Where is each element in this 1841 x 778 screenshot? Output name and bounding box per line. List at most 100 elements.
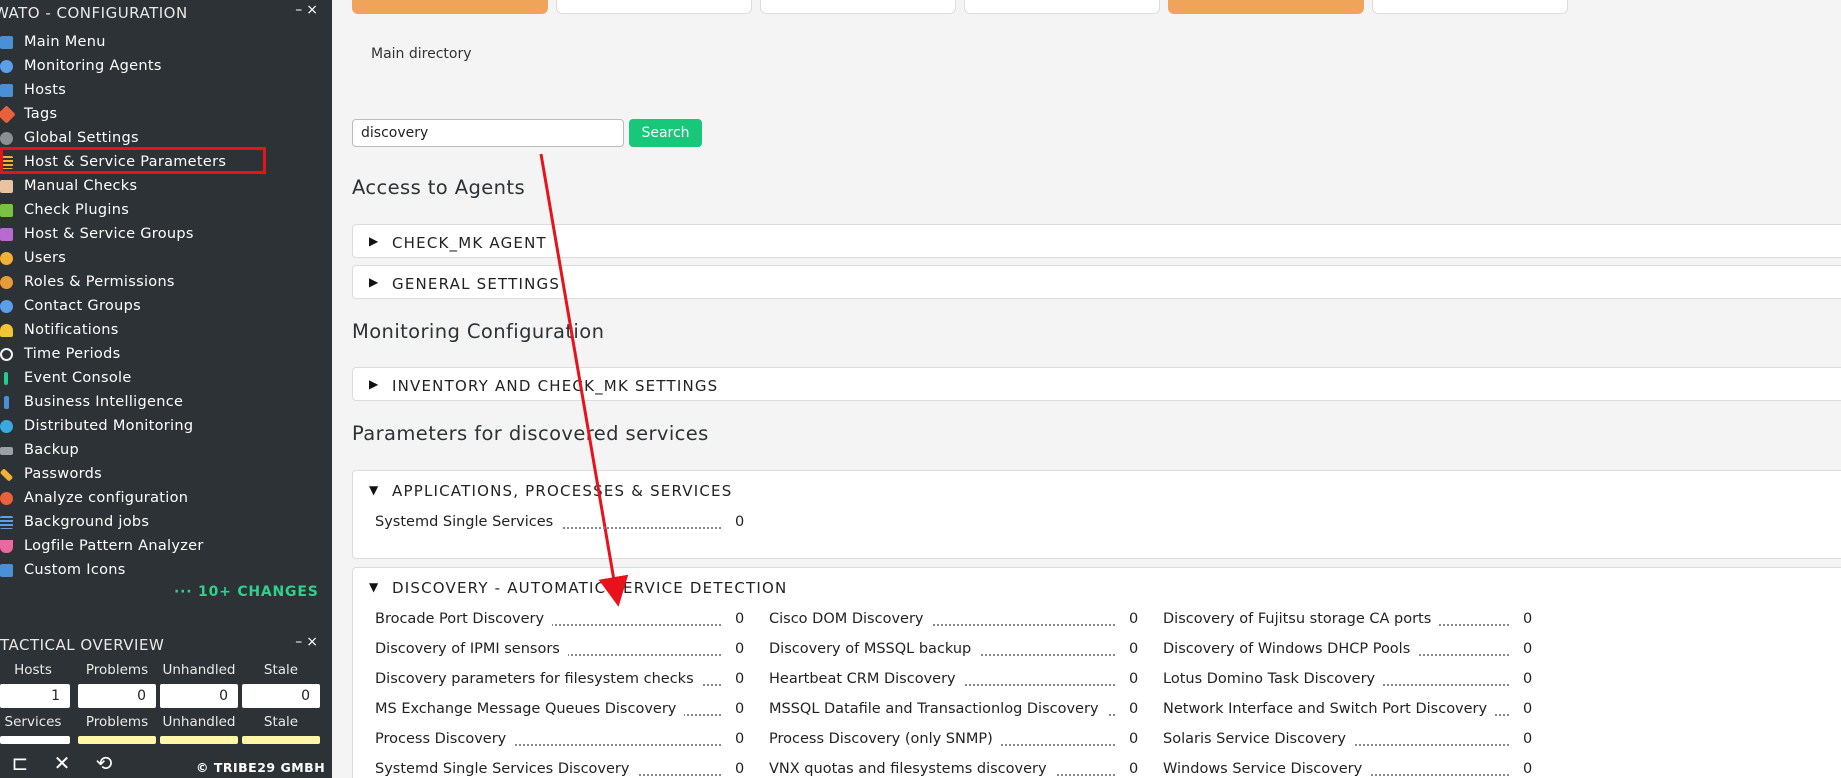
ruleset-count: 0	[1523, 671, 1533, 687]
tools-icon[interactable]: ✕	[50, 752, 74, 774]
ruleset-name[interactable]: Lotus Domino Task Discovery	[1163, 671, 1384, 687]
tactical-overview-label: TACTICAL OVERVIEW	[0, 636, 165, 654]
overview-services-problems[interactable]	[78, 736, 156, 744]
ruleset-link[interactable]: Discovery of Fujitsu storage CA ports 0	[1163, 611, 1543, 631]
ruleset-link[interactable]: Heartbeat CRM Discovery 0	[769, 671, 1149, 691]
overview-header-unhandled: Unhandled	[162, 662, 236, 678]
ruleset-link[interactable]: Discovery parameters for filesystem chec…	[375, 671, 755, 691]
ruleset-link[interactable]: Process Discovery (only SNMP) 0	[769, 731, 1149, 751]
ruleset-count: 0	[1523, 641, 1533, 657]
top-tab-3[interactable]	[760, 0, 956, 14]
overview-header-services: Services	[4, 714, 62, 730]
ruleset-name[interactable]: Discovery of IPMI sensors	[375, 641, 568, 657]
search-input[interactable]	[352, 119, 624, 147]
overview-hosts-stale[interactable]: 0	[242, 684, 320, 708]
ruleset-name[interactable]: Process Discovery (only SNMP)	[769, 731, 1001, 747]
ruleset-name[interactable]: Discovery of Windows DHCP Pools	[1163, 641, 1419, 657]
ruleset-link[interactable]: Brocade Port Discovery 0	[375, 611, 755, 631]
add-snapin-icon[interactable]: ⊏	[8, 752, 32, 774]
breadcrumb[interactable]: Main directory	[371, 46, 472, 62]
overview-services-unhandled[interactable]	[160, 736, 238, 744]
wato-configuration-snapin-title: WATO - CONFIGURATION –×	[0, 2, 332, 24]
ruleset-name[interactable]: VNX quotas and filesystems discovery	[769, 761, 1055, 777]
overview-header-services-problems: Problems	[85, 714, 149, 730]
section-title-access-to-agents: Access to Agents	[352, 176, 526, 199]
ruleset-count: 0	[1523, 611, 1533, 627]
ruleset-name[interactable]: Process Discovery	[375, 731, 515, 747]
gear-icon	[0, 132, 13, 145]
ruleset-link[interactable]: MSSQL Datafile and Transactionlog Discov…	[769, 701, 1149, 721]
ruleset-link[interactable]: Network Interface and Switch Port Discov…	[1163, 701, 1543, 721]
ruleset-count: 0	[1129, 761, 1139, 777]
foldbar-inventory-settings[interactable]: ▶ INVENTORY AND CHECK_MK SETTINGS	[352, 367, 1841, 401]
ruleset-link[interactable]: Discovery of MSSQL backup 0	[769, 641, 1149, 661]
foldbar-label[interactable]: DISCOVERY - AUTOMATIC SERVICE DETECTION	[392, 579, 787, 597]
top-tab-6[interactable]	[1372, 0, 1568, 14]
ruleset-name[interactable]: Brocade Port Discovery	[375, 611, 553, 627]
groups-icon	[0, 228, 13, 241]
ruleset-name[interactable]: MS Exchange Message Queues Discovery	[375, 701, 685, 717]
foldbar-label: CHECK_MK AGENT	[392, 234, 547, 252]
collapsed-arrow-icon: ▶	[369, 275, 379, 289]
search-button[interactable]: Search	[629, 119, 702, 147]
foldbar-label[interactable]: APPLICATIONS, PROCESSES & SERVICES	[392, 482, 732, 500]
pending-changes-link[interactable]: ··· 10+ CHANGES	[174, 584, 319, 600]
overview-hosts-unhandled[interactable]: 0	[160, 684, 238, 708]
main-content: Main directory Search Access to Agents ▶…	[332, 0, 1841, 778]
ruleset-name[interactable]: Systemd Single Services	[375, 514, 562, 530]
ruleset-name[interactable]: MSSQL Datafile and Transactionlog Discov…	[769, 701, 1107, 717]
contact-groups-icon	[0, 300, 13, 313]
ruleset-count: 0	[1523, 731, 1533, 747]
ruleset-link[interactable]: Cisco DOM Discovery 0	[769, 611, 1149, 631]
ruleset-link[interactable]: MS Exchange Message Queues Discovery 0	[375, 701, 755, 721]
analyze-icon	[0, 492, 13, 505]
section-title-monitoring-configuration: Monitoring Configuration	[352, 320, 605, 343]
top-tab-4[interactable]	[964, 0, 1160, 14]
foldbar-general-settings[interactable]: ▶ GENERAL SETTINGS	[352, 265, 1841, 299]
ruleset-link[interactable]: Discovery of IPMI sensors 0	[375, 641, 755, 661]
snapin-controls[interactable]: –×	[295, 2, 322, 18]
ruleset-link[interactable]: Solaris Service Discovery 0	[1163, 731, 1543, 751]
ruleset-name[interactable]: Network Interface and Switch Port Discov…	[1163, 701, 1496, 717]
ruleset-count: 0	[735, 731, 745, 747]
expanded-arrow-icon[interactable]: ▼	[369, 483, 378, 497]
ruleset-name[interactable]: Systemd Single Services Discovery	[375, 761, 638, 777]
overview-hosts-problems[interactable]: 0	[78, 684, 156, 708]
foldbar-check-mk-agent[interactable]: ▶ CHECK_MK AGENT	[352, 224, 1841, 258]
top-tab-5[interactable]	[1168, 0, 1364, 14]
ruleset-name[interactable]: Discovery parameters for filesystem chec…	[375, 671, 702, 687]
ruleset-name[interactable]: Cisco DOM Discovery	[769, 611, 932, 627]
foldbar-label: INVENTORY AND CHECK_MK SETTINGS	[392, 377, 719, 395]
tag-icon	[0, 105, 16, 124]
ruleset-count: 0	[1129, 611, 1139, 627]
top-tab-2[interactable]	[556, 0, 752, 14]
flask-icon	[0, 540, 13, 553]
logout-icon[interactable]: ⟲	[92, 752, 116, 774]
overview-header-stale: Stale	[263, 662, 299, 678]
ruleset-link[interactable]: Process Discovery 0	[375, 731, 755, 751]
ruleset-count: 0	[735, 671, 745, 687]
ruleset-link[interactable]: Systemd Single Services Discovery 0	[375, 761, 755, 778]
overview-header-problems: Problems	[85, 662, 149, 678]
ruleset-link[interactable]: Discovery of Windows DHCP Pools 0	[1163, 641, 1543, 661]
ruleset-name[interactable]: Discovery of MSSQL backup	[769, 641, 980, 657]
ruleset-link[interactable]: Systemd Single Services 0	[375, 514, 755, 534]
tactical-overview-controls[interactable]: –×	[295, 634, 322, 650]
overview-services-count[interactable]	[0, 736, 70, 744]
overview-hosts-count[interactable]: 1	[0, 684, 70, 708]
ruleset-count: 0	[1523, 761, 1533, 777]
ruleset-name[interactable]: Windows Service Discovery	[1163, 761, 1371, 777]
home-icon	[0, 36, 13, 49]
ruleset-name[interactable]: Solaris Service Discovery	[1163, 731, 1354, 747]
ruleset-name[interactable]: Heartbeat CRM Discovery	[769, 671, 964, 687]
collapsed-arrow-icon: ▶	[369, 377, 379, 391]
top-tab-1[interactable]	[352, 0, 548, 14]
users-icon	[0, 252, 13, 265]
ruleset-link[interactable]: Windows Service Discovery 0	[1163, 761, 1543, 778]
ruleset-link[interactable]: VNX quotas and filesystems discovery 0	[769, 761, 1149, 778]
overview-services-stale[interactable]	[242, 736, 320, 744]
agent-icon	[0, 60, 13, 73]
ruleset-link[interactable]: Lotus Domino Task Discovery 0	[1163, 671, 1543, 691]
ruleset-name[interactable]: Discovery of Fujitsu storage CA ports	[1163, 611, 1440, 627]
expanded-arrow-icon[interactable]: ▼	[369, 580, 378, 594]
